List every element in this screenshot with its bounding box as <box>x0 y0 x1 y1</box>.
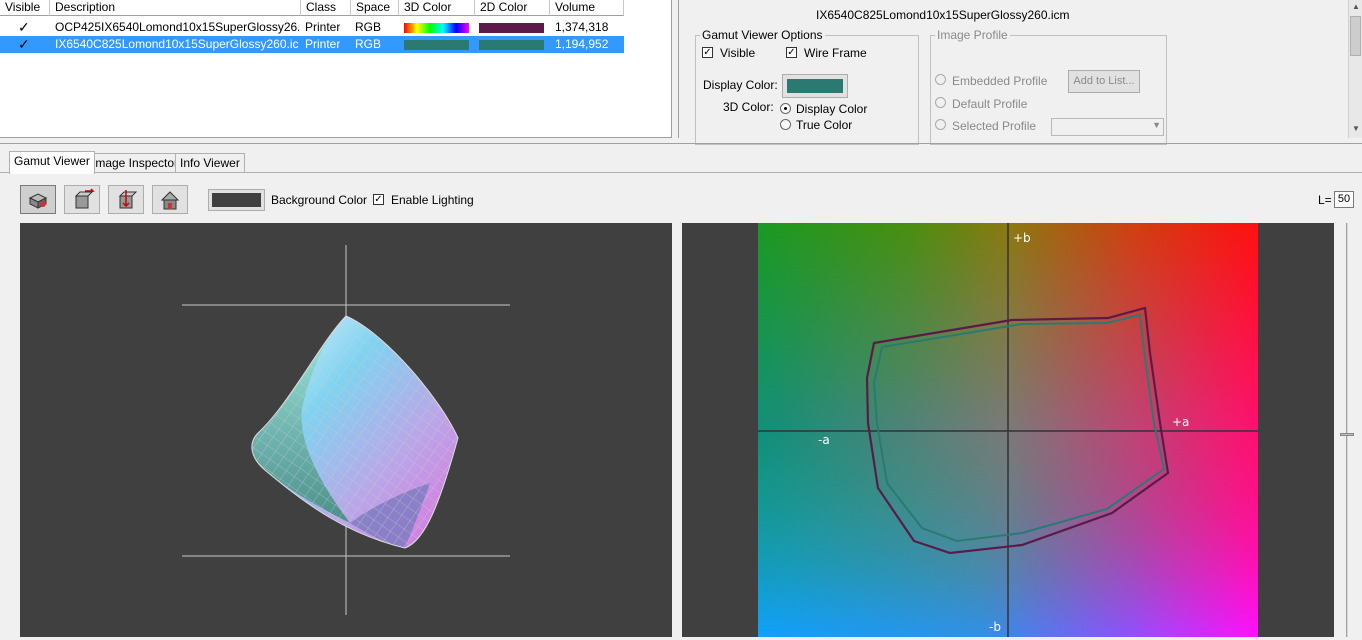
chevron-down-icon: ▼ <box>1152 120 1161 130</box>
axis-label-neg-a: -a <box>818 433 830 447</box>
column-header-3d-color[interactable]: 3D Color <box>399 0 475 16</box>
options-scrollbar[interactable]: ▲ ▼ <box>1348 0 1362 138</box>
default-profile-radio[interactable] <box>935 97 946 108</box>
profile-description: OCP425IX6540Lomond10x15SuperGlossy26... <box>55 20 299 34</box>
scroll-down-icon[interactable]: ▼ <box>1352 124 1360 133</box>
wireframe-label: Wire Frame <box>804 46 867 60</box>
background-color-label: Background Color <box>271 193 368 207</box>
home-view-icon <box>160 191 180 210</box>
scroll-thumb[interactable] <box>1350 16 1361 56</box>
column-header-visible[interactable]: Visible <box>0 0 50 16</box>
rotate-down-icon <box>118 190 138 209</box>
group-title: Image Profile <box>935 28 1010 42</box>
axis-label-neg-b: -b <box>989 620 1001 634</box>
gamut-2d-plot[interactable]: +b -b +a -a <box>682 223 1334 637</box>
slider-thumb[interactable] <box>1340 433 1354 436</box>
rotate-down-button[interactable] <box>108 185 144 214</box>
3d-color-swatch[interactable] <box>404 40 469 50</box>
visible-check-icon[interactable]: ✓ <box>18 36 30 53</box>
rotate-right-icon <box>74 188 95 209</box>
display-color-radio-label: Display Color <box>796 102 868 116</box>
background-color-swatch <box>212 193 261 207</box>
group-title: Gamut Viewer Options <box>700 28 825 42</box>
column-header-class[interactable]: Class <box>301 0 351 16</box>
embedded-profile-radio[interactable] <box>935 74 946 85</box>
enable-lighting-checkbox[interactable]: ✓ <box>373 194 384 205</box>
gamut-viewer-content: Background Color ✓ Enable Lighting L= 50 <box>0 172 1362 637</box>
visible-check-icon[interactable]: ✓ <box>18 19 30 36</box>
display-color-label: Display Color: <box>703 78 778 92</box>
column-header-volume[interactable]: Volume <box>550 0 624 16</box>
selected-profile-label: Selected Profile <box>952 119 1037 133</box>
column-header-space[interactable]: Space <box>351 0 399 16</box>
selected-profile-name: IX6540C825Lomond10x15SuperGlossy260.icm <box>816 8 1070 22</box>
cube-view-icon <box>28 193 48 209</box>
display-color-button[interactable] <box>782 74 848 98</box>
selected-profile-dropdown[interactable]: ▼ <box>1051 118 1164 136</box>
profile-class: Printer <box>305 20 341 34</box>
gamut-viewer-options-group: Gamut Viewer Options ✓ Visible ✓ Wire Fr… <box>695 28 919 145</box>
profile-row[interactable]: ✓ OCP425IX6540Lomond10x15SuperGlossy26..… <box>0 19 624 36</box>
column-header-2d-color[interactable]: 2D Color <box>475 0 550 16</box>
default-profile-label: Default Profile <box>952 97 1028 111</box>
l-value-field[interactable]: 50 <box>1334 191 1354 208</box>
profile-space: RGB <box>355 20 382 34</box>
embedded-profile-label: Embedded Profile <box>952 74 1048 88</box>
options-panel: IX6540C825Lomond10x15SuperGlossy260.icm … <box>678 0 1362 145</box>
tab-strip: Gamut Viewer Image Inspector Info Viewer <box>0 143 1362 174</box>
profile-list: Visible Description Class Space 3D Color… <box>0 0 672 138</box>
profile-row[interactable]: ✓ IX6540C825Lomond10x15SuperGlossy260.ic… <box>0 36 624 53</box>
image-profile-group: Image Profile Embedded Profile Add to Li… <box>930 28 1167 145</box>
true-color-radio-label: True Color <box>796 118 853 132</box>
column-header-description[interactable]: Description <box>50 0 301 16</box>
l-slider[interactable] <box>1340 223 1354 637</box>
tab-info-viewer[interactable]: Info Viewer <box>175 153 245 173</box>
add-to-list-button[interactable]: Add to List... <box>1068 70 1140 93</box>
axis-label-pos-b: +b <box>1013 231 1031 245</box>
tab-gamut-viewer[interactable]: Gamut Viewer <box>9 151 95 174</box>
3d-color-label: 3D Color: <box>723 100 774 114</box>
ab-plane-plot <box>758 223 1258 637</box>
gamut-3d-view[interactable] <box>20 223 672 637</box>
scroll-up-icon[interactable]: ▲ <box>1352 2 1360 11</box>
l-value-label: L= <box>1318 193 1332 207</box>
visible-checkbox[interactable]: ✓ <box>702 47 713 58</box>
home-view-button[interactable] <box>152 185 188 214</box>
3d-color-swatch[interactable] <box>404 23 469 33</box>
rotate-right-button[interactable] <box>64 185 100 214</box>
profile-class: Printer <box>305 37 341 51</box>
profile-volume: 1,374,318 <box>555 20 609 34</box>
profile-volume: 1,194,952 <box>555 37 609 51</box>
axis-label-pos-a: +a <box>1172 415 1190 429</box>
gamut-3d-render <box>182 245 510 615</box>
2d-color-swatch[interactable] <box>479 40 544 50</box>
profile-description: IX6540C825Lomond10x15SuperGlossy260.ic..… <box>55 37 299 51</box>
display-color-swatch <box>787 79 843 93</box>
2d-color-swatch[interactable] <box>479 23 544 33</box>
visible-label: Visible <box>720 46 756 60</box>
selected-profile-radio[interactable] <box>935 119 946 130</box>
cube-view-button[interactable] <box>20 185 56 214</box>
true-color-radio[interactable] <box>780 119 791 130</box>
background-color-button[interactable] <box>208 189 265 211</box>
display-color-radio[interactable] <box>780 103 791 114</box>
enable-lighting-label: Enable Lighting <box>391 193 474 207</box>
slider-track <box>1346 223 1348 637</box>
wireframe-checkbox[interactable]: ✓ <box>786 47 797 58</box>
tab-image-inspector[interactable]: Image Inspector <box>87 153 184 173</box>
profile-space: RGB <box>355 37 382 51</box>
